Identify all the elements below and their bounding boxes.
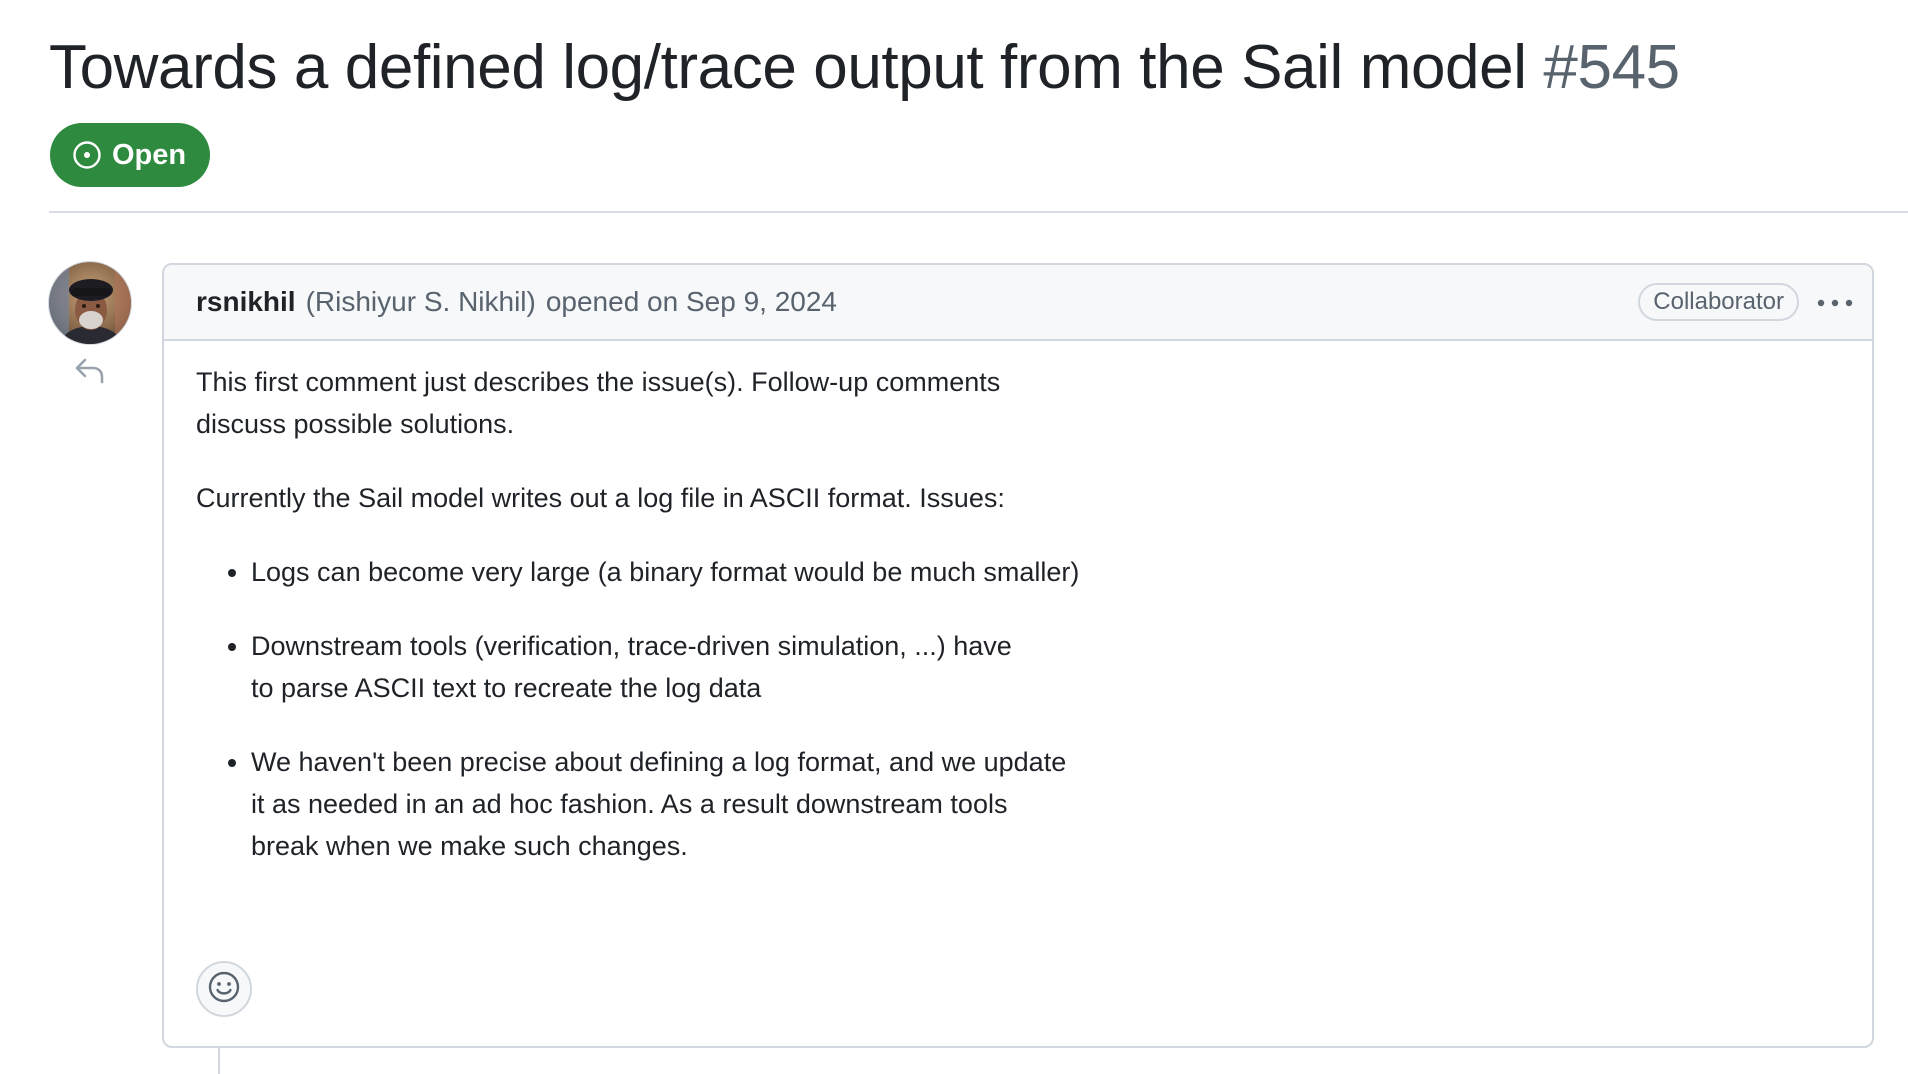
list-item-text: to parse ASCII text to recreate the log …	[251, 673, 762, 703]
comment-header: rsnikhil (Rishiyur S. Nikhil) opened on …	[164, 265, 1872, 341]
issue-number: #545	[1543, 33, 1680, 102]
issues-list: Logs can become very large (a binary for…	[196, 551, 1196, 867]
issue-state-label: Open	[112, 138, 187, 171]
collaborator-badge: Collaborator	[1638, 283, 1799, 321]
author-full-name: (Rishiyur S. Nikhil)	[305, 286, 536, 317]
list-item: Downstream tools (verification, trace-dr…	[251, 625, 1196, 709]
list-item-text: break when we make such changes.	[251, 831, 688, 861]
list-item-text: Logs can become very large (a binary for…	[251, 557, 1080, 587]
timeline-connector	[218, 1048, 220, 1074]
smiley-icon	[207, 970, 241, 1009]
list-item-text: it as needed in an ad hoc fashion. As a …	[251, 789, 1008, 819]
body-text-line: This first comment just describes the is…	[196, 367, 1001, 397]
list-item-text: We haven't been precise about defining a…	[251, 747, 1067, 777]
body-paragraph: This first comment just describes the is…	[196, 361, 1196, 445]
body-text-line: discuss possible solutions.	[196, 409, 515, 439]
list-item: Logs can become very large (a binary for…	[251, 551, 1196, 593]
issue-state-badge: Open	[50, 123, 211, 187]
kebab-horizontal-icon[interactable]	[1816, 289, 1854, 317]
issue-opened-icon	[72, 140, 102, 170]
list-item-text: Downstream tools (verification, trace-dr…	[251, 631, 1012, 661]
comment-body: This first comment just describes the is…	[196, 361, 1196, 899]
header-divider	[49, 211, 1908, 213]
reply-icon[interactable]	[74, 356, 106, 391]
body-paragraph: Currently the Sail model writes out a lo…	[196, 483, 1005, 513]
comment-action-timestamp[interactable]: opened on Sep 9, 2024	[546, 286, 837, 318]
issue-title-text: Towards a defined log/trace output from …	[49, 33, 1527, 102]
add-reaction-button[interactable]	[196, 961, 252, 1017]
avatar[interactable]	[48, 261, 132, 345]
list-item: We haven't been precise about defining a…	[251, 741, 1196, 867]
issue-title: Towards a defined log/trace output from …	[49, 26, 1680, 110]
issue-comment: rsnikhil (Rishiyur S. Nikhil) opened on …	[162, 263, 1874, 1048]
author-link[interactable]: rsnikhil	[196, 286, 296, 318]
